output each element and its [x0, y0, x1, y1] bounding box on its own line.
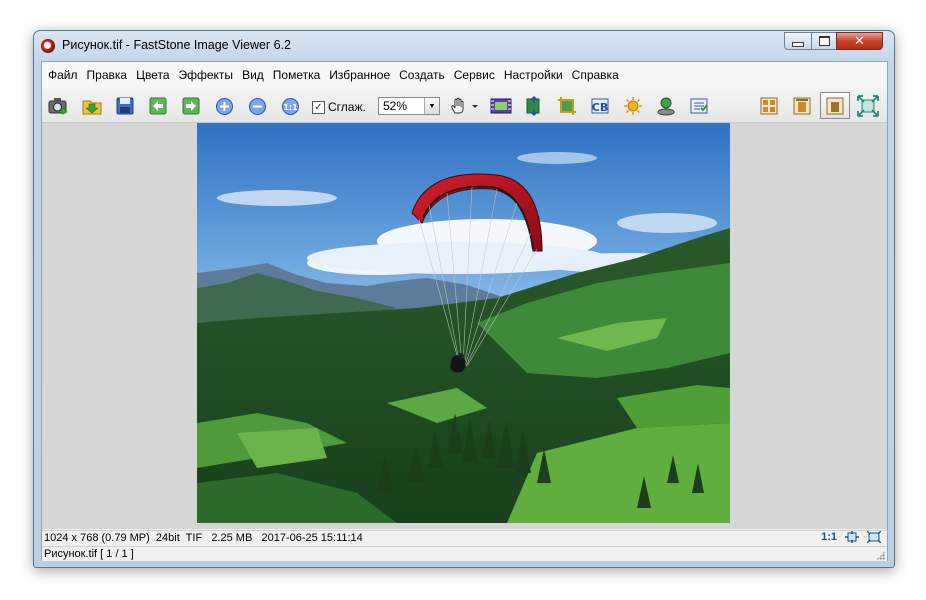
menu-settings[interactable]: Настройки — [499, 68, 567, 82]
photo-paraglider[interactable] — [197, 123, 730, 523]
actual-size-icon[interactable]: 1:1 — [279, 95, 301, 117]
image-info: 1024 x 768 (0.79 MP) 24bit TIF 2.25 MB 2… — [44, 532, 363, 544]
status-actions: 1:1 — [821, 531, 881, 543]
zoom-out-icon[interactable] — [246, 95, 268, 117]
file-position: Рисунок.tif [ 1 / 1 ] — [44, 548, 134, 560]
menu-view[interactable]: Вид — [237, 68, 268, 82]
svg-text:1:1: 1:1 — [283, 103, 298, 112]
toolbar: 1:1 ✓ Сглаж. 52% ▼ CB — [42, 88, 887, 123]
menu-create[interactable]: Создать — [394, 68, 449, 82]
status-bar: 1024 x 768 (0.79 MP) 24bit TIF 2.25 MB 2… — [42, 530, 887, 546]
resize-grip[interactable] — [876, 551, 885, 560]
menu-colors[interactable]: Цвета — [131, 68, 173, 82]
minimize-icon — [792, 41, 804, 47]
menu-effects[interactable]: Эффекты — [174, 68, 238, 82]
slideshow-icon[interactable] — [490, 95, 512, 117]
next-icon[interactable] — [180, 95, 202, 117]
crop-icon[interactable] — [556, 95, 578, 117]
checkbox-icon: ✓ — [312, 100, 325, 114]
effects-icon[interactable] — [622, 95, 644, 117]
zoom-select[interactable]: 52% ▼ — [378, 97, 440, 115]
print-icon[interactable] — [655, 95, 677, 117]
menu-bar: Файл Правка Цвета Эффекты Вид Пометка Из… — [42, 62, 887, 88]
menu-tag[interactable]: Пометка — [268, 68, 325, 82]
app-window: Рисунок.tif - FastStone Image Viewer 6.2… — [33, 30, 895, 568]
open-camera-icon[interactable] — [48, 95, 70, 117]
hand-tool-icon[interactable] — [450, 95, 478, 117]
zoom-value: 52% — [383, 99, 408, 113]
menu-help[interactable]: Справка — [567, 68, 623, 82]
maximize-icon — [818, 36, 830, 46]
maximize-button[interactable] — [811, 32, 837, 50]
svg-text:CB: CB — [592, 101, 608, 114]
close-icon: ✕ — [854, 33, 865, 49]
app-icon[interactable] — [41, 39, 55, 53]
compare-icon[interactable] — [688, 95, 710, 117]
edit-icon[interactable] — [791, 95, 813, 117]
minimize-button[interactable] — [784, 32, 812, 50]
close-button[interactable]: ✕ — [836, 32, 883, 50]
smooth-checkbox[interactable]: ✓ Сглаж. — [312, 100, 366, 114]
file-status-bar: Рисунок.tif [ 1 / 1 ] — [42, 546, 887, 561]
client-area: Файл Правка Цвета Эффекты Вид Пометка Из… — [41, 61, 888, 561]
actual-size-button[interactable]: 1:1 — [821, 531, 837, 543]
fit-image-icon[interactable] — [845, 531, 859, 543]
resize-icon[interactable] — [523, 95, 545, 117]
image-viewer[interactable] — [42, 123, 887, 529]
menu-file[interactable]: Файл — [42, 68, 82, 82]
fit-window-icon[interactable] — [857, 95, 879, 117]
menu-edit[interactable]: Правка — [82, 68, 132, 82]
menu-favorites[interactable]: Избранное — [324, 68, 394, 82]
chevron-down-icon[interactable]: ▼ — [424, 98, 439, 114]
browse-folder-icon[interactable] — [81, 95, 103, 117]
previous-icon[interactable] — [147, 95, 169, 117]
window-title: Рисунок.tif - FastStone Image Viewer 6.2 — [62, 38, 291, 52]
fit-window-small-icon[interactable] — [867, 531, 881, 543]
title-bar[interactable]: Рисунок.tif - FastStone Image Viewer 6.2… — [34, 31, 894, 61]
save-icon[interactable] — [114, 95, 136, 117]
fullscreen-icon[interactable] — [820, 92, 850, 119]
menu-tools[interactable]: Сервис — [449, 68, 499, 82]
zoom-in-icon[interactable] — [213, 95, 235, 117]
text-icon[interactable]: CB — [589, 95, 611, 117]
smooth-label: Сглаж. — [328, 100, 366, 114]
thumbnails-icon[interactable] — [758, 95, 780, 117]
